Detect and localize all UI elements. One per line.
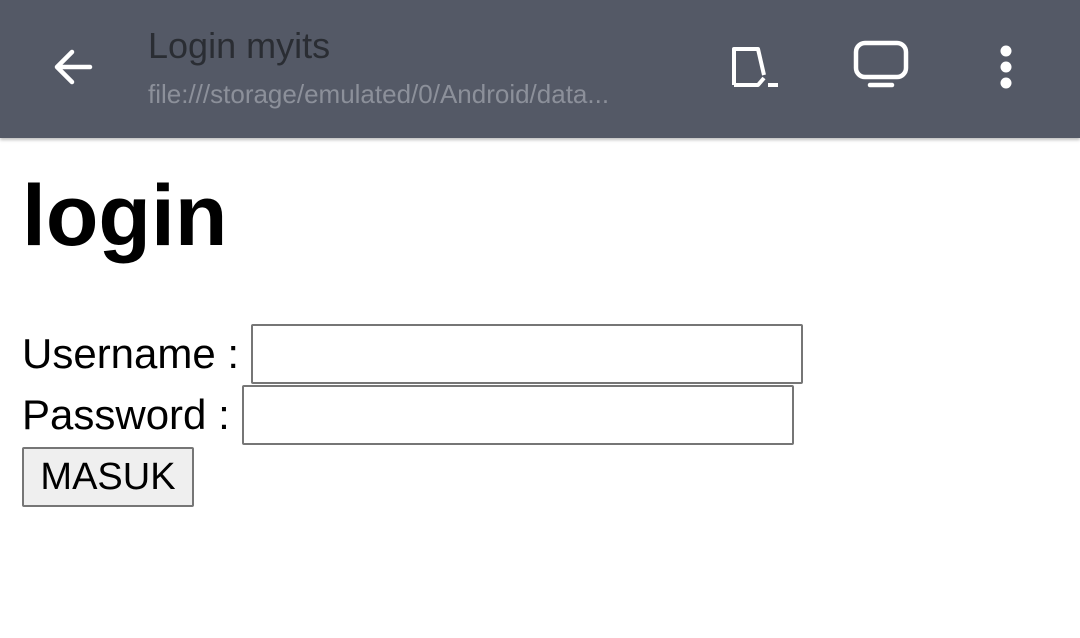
- back-button[interactable]: [42, 36, 104, 98]
- password-row: Password :: [22, 385, 794, 445]
- username-row: Username :: [22, 324, 804, 384]
- more-vert-icon: [1000, 45, 1012, 89]
- masuk-button[interactable]: MASUK: [22, 447, 194, 507]
- display-button[interactable]: [846, 34, 916, 96]
- login-heading: login: [22, 168, 228, 264]
- overflow-menu-button[interactable]: [980, 36, 1032, 98]
- page-title: Login myits: [148, 25, 331, 66]
- tv-icon: [853, 40, 909, 88]
- username-label: Username :: [22, 330, 240, 377]
- username-input[interactable]: [251, 324, 804, 384]
- arrow-back-icon: [54, 49, 93, 85]
- password-label: Password :: [22, 391, 230, 438]
- password-input[interactable]: [241, 385, 794, 445]
- cast-button[interactable]: [718, 36, 790, 98]
- page-url: file:///storage/emulated/0/Android/data.…: [148, 79, 610, 109]
- title-block: Login myits file:///storage/emulated/0/A…: [148, 22, 688, 114]
- browser-toolbar: Login myits file:///storage/emulated/0/A…: [0, 0, 1080, 138]
- cast-icon: [732, 47, 778, 87]
